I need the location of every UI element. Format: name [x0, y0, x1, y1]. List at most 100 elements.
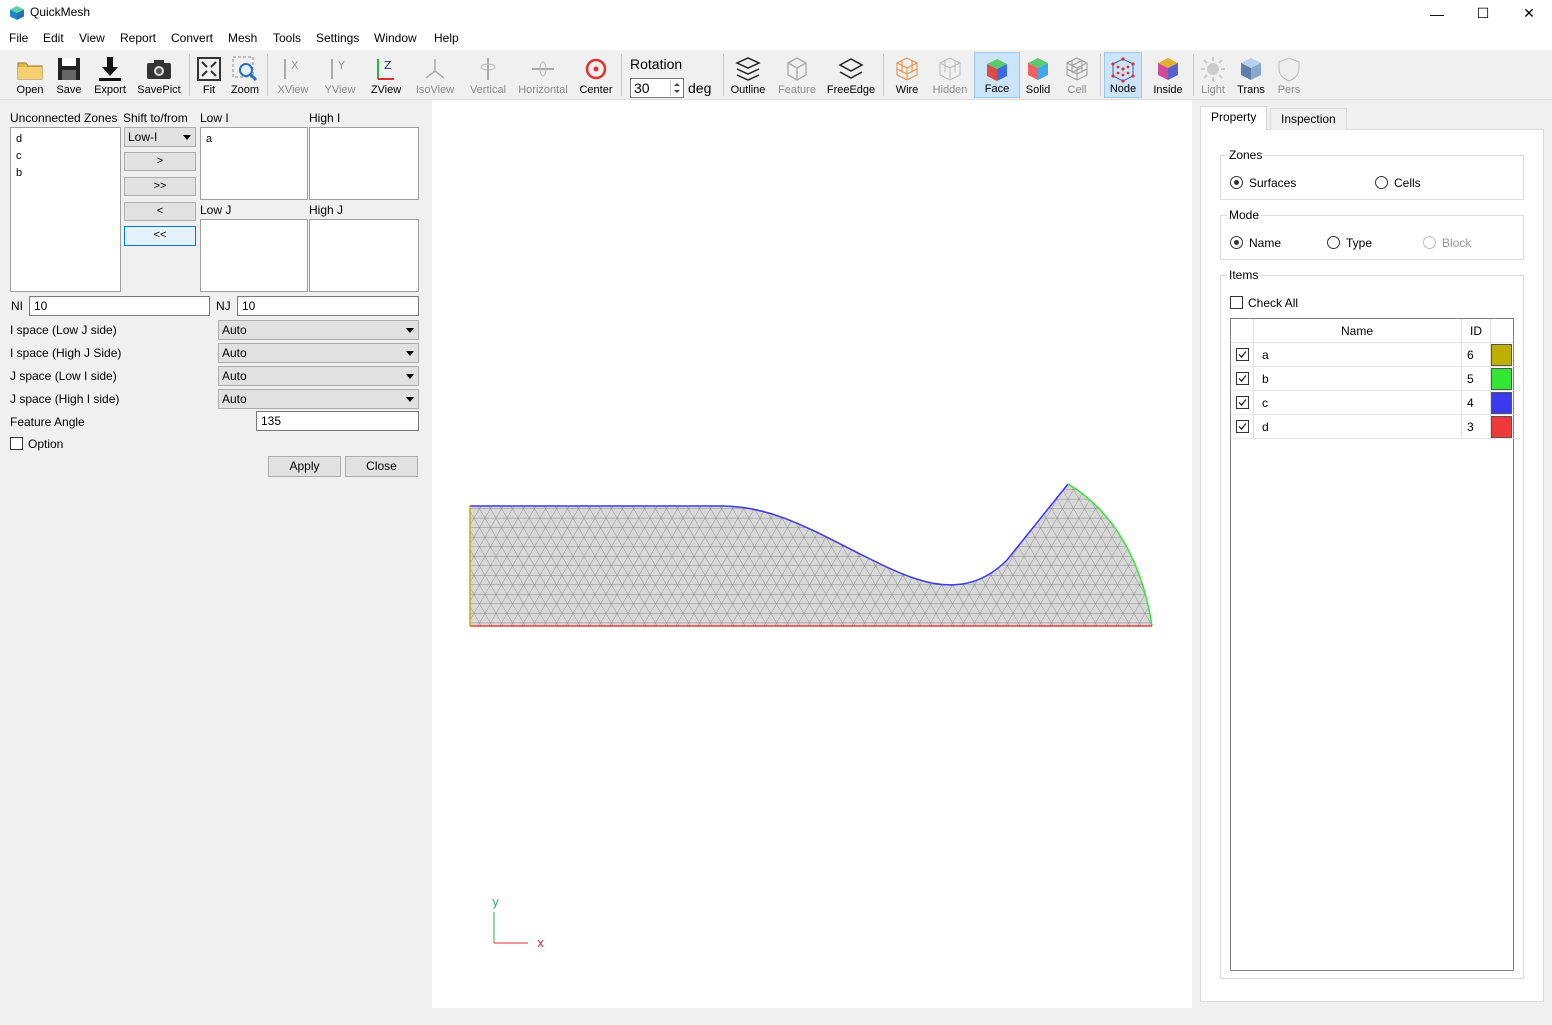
menu-mesh[interactable]: Mesh [228, 31, 257, 45]
menu-report[interactable]: Report [120, 31, 156, 45]
zones-title: Zones [1227, 148, 1265, 162]
high-j-list[interactable] [309, 219, 419, 292]
toolbar: Open Save Export SavePict Fit Zoom X XVi… [0, 50, 1552, 100]
nj-input[interactable]: 10 [237, 296, 419, 316]
zone-color-swatch[interactable] [1491, 416, 1512, 438]
vertical-button[interactable]: Vertical [467, 52, 509, 98]
minimize-button[interactable]: — [1414, 0, 1460, 27]
low-i-list[interactable]: a [200, 127, 308, 200]
export-button[interactable]: Export [91, 52, 129, 98]
fit-button[interactable]: Fit [195, 52, 223, 98]
light-button[interactable]: Light [1198, 52, 1228, 98]
menu-view[interactable]: View [79, 31, 105, 45]
check-all-checkbox[interactable] [1230, 296, 1243, 309]
hidden-button[interactable]: Hidden [930, 52, 970, 98]
mesh-canvas[interactable]: y x [432, 100, 1192, 1008]
isoview-button[interactable]: IsoView [413, 52, 457, 98]
row-checkbox[interactable] [1236, 348, 1249, 361]
open-button[interactable]: Open [11, 52, 49, 98]
freeedge-button[interactable]: FreeEdge [826, 52, 876, 98]
move-right-button[interactable]: > [124, 152, 196, 171]
mode-name-radio[interactable] [1230, 236, 1243, 249]
rotation-value: 30 [634, 80, 650, 96]
zone-color-swatch[interactable] [1491, 368, 1512, 390]
row-checkbox[interactable] [1236, 372, 1249, 385]
solid-button[interactable]: Solid [1022, 52, 1054, 98]
close-button[interactable]: Close [345, 456, 418, 477]
menu-convert[interactable]: Convert [171, 31, 213, 45]
tab-property[interactable]: Property [1200, 106, 1268, 130]
z-axis-view-icon: Z [377, 59, 394, 80]
cell-button[interactable]: Cell [1060, 52, 1094, 98]
column-header-id[interactable]: ID [1462, 319, 1490, 343]
list-item[interactable]: a [201, 131, 307, 148]
xview-button[interactable]: X XView [274, 52, 312, 98]
row-id: 3 [1467, 420, 1474, 434]
pers-button[interactable]: Pers [1274, 52, 1304, 98]
menu-settings[interactable]: Settings [316, 31, 359, 45]
ni-input[interactable]: 10 [29, 296, 210, 316]
row-checkbox[interactable] [1236, 420, 1249, 433]
checkmark-icon [1238, 399, 1247, 406]
table-row[interactable]: c4 [1231, 391, 1514, 415]
cells-radio[interactable] [1375, 176, 1388, 189]
column-header-name[interactable]: Name [1253, 319, 1461, 343]
mesh-viewport[interactable]: y x [432, 100, 1192, 1008]
j-space-high-i-select[interactable]: Auto [218, 389, 419, 409]
feature-button[interactable]: Feature [776, 52, 818, 98]
outline-button[interactable]: Outline [729, 52, 767, 98]
menu-window[interactable]: Window [374, 31, 417, 45]
zview-button[interactable]: Z ZView [367, 52, 405, 98]
row-id: 5 [1467, 372, 1474, 386]
mode-type-label: Type [1346, 236, 1373, 250]
j-space-low-i-select[interactable]: Auto [218, 366, 419, 386]
spin-arrows-icon[interactable] [670, 80, 682, 96]
feature-angle-input[interactable]: 135 [256, 411, 419, 431]
zone-color-swatch[interactable] [1491, 344, 1512, 366]
list-item[interactable]: b [11, 165, 120, 182]
table-row[interactable]: a6 [1231, 343, 1514, 367]
horizontal-button[interactable]: Horizontal [516, 52, 570, 98]
save-button[interactable]: Save [52, 52, 86, 98]
wire-button[interactable]: Wire [890, 52, 924, 98]
menu-help[interactable]: Help [434, 31, 459, 45]
download-icon [99, 57, 121, 81]
row-checkbox[interactable] [1236, 396, 1249, 409]
mode-block-radio[interactable] [1423, 236, 1436, 249]
option-checkbox[interactable] [10, 437, 23, 450]
i-space-high-j-select[interactable]: Auto [218, 343, 419, 363]
close-window-button[interactable]: ✕ [1506, 0, 1552, 27]
mode-type-radio[interactable] [1327, 236, 1340, 249]
move-left-button[interactable]: < [124, 202, 196, 221]
savepict-button[interactable]: SavePict [136, 52, 182, 98]
high-i-list[interactable] [309, 127, 419, 200]
inside-button[interactable]: Inside [1150, 52, 1186, 98]
wire-cube-icon [896, 57, 918, 81]
apply-button[interactable]: Apply [268, 456, 341, 477]
center-button[interactable]: Center [578, 52, 614, 98]
menu-tools[interactable]: Tools [273, 31, 301, 45]
low-j-list[interactable] [200, 219, 308, 292]
face-button[interactable]: Face [974, 52, 1020, 98]
table-row[interactable]: b5 [1231, 367, 1514, 391]
trans-button[interactable]: Trans [1235, 52, 1267, 98]
unconnected-zones-list[interactable]: d c b [10, 127, 121, 292]
list-item[interactable]: c [11, 148, 120, 165]
table-row[interactable]: d3 [1231, 415, 1514, 439]
rotation-spinbox[interactable]: 30 [630, 78, 684, 98]
menu-file[interactable]: File [9, 31, 28, 45]
zoom-button[interactable]: Zoom [229, 52, 261, 98]
zone-color-swatch[interactable] [1491, 392, 1512, 414]
maximize-button[interactable]: ☐ [1460, 0, 1506, 27]
move-all-right-button[interactable]: >> [124, 177, 196, 196]
low-j-label: Low J [200, 203, 232, 217]
surfaces-radio[interactable] [1230, 176, 1243, 189]
tab-inspection[interactable]: Inspection [1270, 108, 1347, 130]
i-space-low-j-select[interactable]: Auto [218, 320, 419, 340]
shift-target-combo[interactable]: Low-I [124, 127, 196, 147]
menu-edit[interactable]: Edit [43, 31, 64, 45]
move-all-left-button[interactable]: << [124, 226, 196, 246]
node-button[interactable]: Node [1104, 52, 1142, 98]
yview-button[interactable]: Y YView [321, 52, 359, 98]
list-item[interactable]: d [11, 131, 120, 148]
